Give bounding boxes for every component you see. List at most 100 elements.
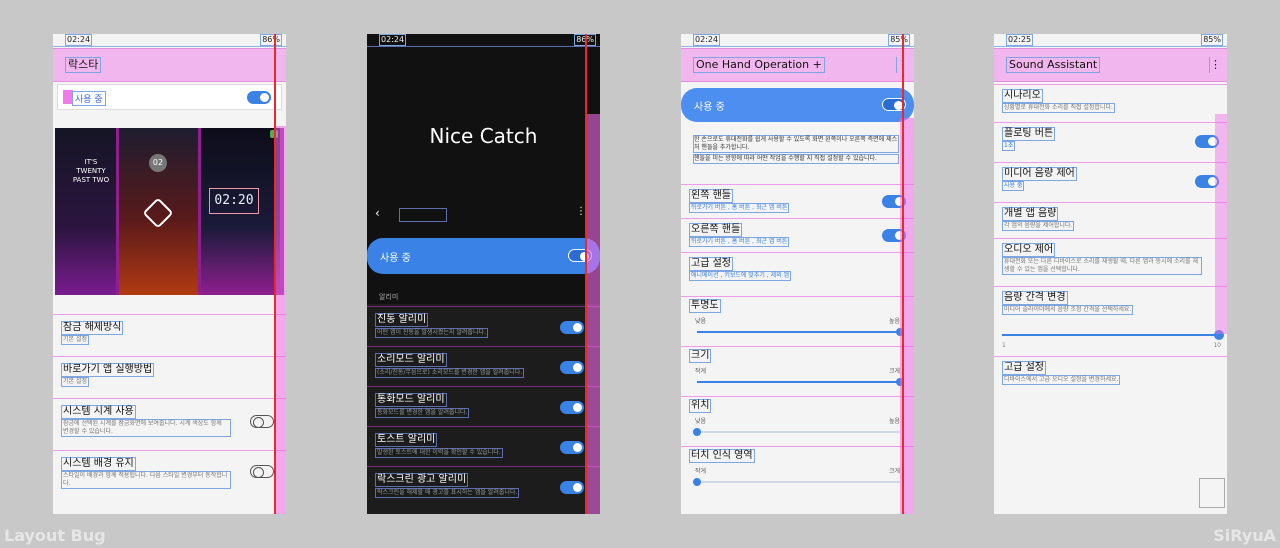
item-subtitle: 상황별로 휴대전화 소리를 직접 설정합니다. <box>1002 103 1115 113</box>
item-subtitle: 각 앱의 음량을 제어합니다. <box>1002 221 1075 231</box>
item-subtitle: 1초 <box>1002 141 1016 151</box>
position-slider[interactable] <box>693 428 900 436</box>
volume-step-slider[interactable] <box>1002 330 1224 340</box>
slider-row: 크기 작게 크게 <box>681 346 914 392</box>
clock-number: 02 <box>149 154 167 172</box>
list-item[interactable]: 시나리오 상황별로 휴대전화 소리를 직접 설정합니다. <box>994 84 1227 120</box>
list-item[interactable]: 잠금 해제방식 기본 설정 <box>53 314 286 354</box>
list-item[interactable]: 미디어 음량 제어 사용 중 <box>994 162 1227 200</box>
slider-thumb[interactable] <box>693 478 701 486</box>
list-item[interactable]: 개별 앱 음량 각 앱의 음량을 제어합니다. <box>994 202 1227 236</box>
list-item[interactable]: 음량 간격 변경 미디어 슬라이더에서 음량 조정 간격을 선택하세요. <box>994 286 1227 320</box>
master-switch-row[interactable]: 사용 중 <box>367 238 600 274</box>
slider-thumb[interactable] <box>693 428 701 436</box>
master-switch-row[interactable]: 사용 중 <box>681 88 914 122</box>
item-title: 진동 알리미 <box>375 313 429 327</box>
list-item[interactable]: 왼쪽 핸들 뒤로가기 버튼 , 홈 버튼 , 최근 앱 버튼 <box>681 184 914 216</box>
status-bar: 02:24 86% <box>367 34 600 47</box>
list-item[interactable]: 플로팅 버튼 1초 <box>994 122 1227 160</box>
phone-onehand: 02:24 85% One Hand Operation + ⋮ 사용 중 한 … <box>681 34 914 514</box>
list-item[interactable]: 시스템 배경 유지 스타일이 배경과 함께 적용됩니다. 다음 스타일 변경부터… <box>53 450 286 506</box>
status-time: 02:25 <box>1006 34 1034 46</box>
item-title: 미디어 음량 제어 <box>1002 167 1077 181</box>
list-item[interactable]: 고급 설정 애니메이션 , 키보드에 맞추기 , 제외 앱 <box>681 252 914 284</box>
item-subtitle: 사용 중 <box>1002 181 1025 191</box>
master-switch-label: 사용 중 <box>694 102 725 113</box>
item-toggle[interactable] <box>560 361 584 374</box>
slider-row: 투명도 낮음 높음 <box>681 296 914 342</box>
item-toggle[interactable] <box>250 415 274 428</box>
app-bar: 락스타 <box>53 48 286 82</box>
list-item[interactable]: 바로가기 앱 실행방법 기본 설정 <box>53 356 286 396</box>
clock-style-hex[interactable]: 02 <box>119 128 198 295</box>
item-title: 왼쪽 핸들 <box>689 189 733 203</box>
clock-style-carousel[interactable]: IT'S TWENTY PAST TWO 02 02:20 <box>55 128 284 295</box>
item-title: 잠금 해제방식 <box>61 321 124 335</box>
list-item[interactable]: 진동 알리미 어떤 앱이 진동을 발생시켰는지 알려줍니다. <box>367 306 600 344</box>
overlay-highlight <box>1215 114 1227 334</box>
clock-style-text[interactable]: IT'S TWENTY PAST TWO <box>55 128 116 295</box>
more-icon[interactable]: ⋮ <box>1209 57 1221 73</box>
back-icon[interactable]: ‹ <box>375 206 380 220</box>
item-subtitle: (소리/진동/무음으로) 소리모드를 변경한 앱을 알려줍니다. <box>375 368 525 378</box>
status-battery: 86% <box>260 34 282 46</box>
status-battery: 85% <box>1201 34 1223 46</box>
item-subtitle: 통화모드를 변경한 앱을 알려줍니다. <box>375 408 470 418</box>
item-toggle[interactable] <box>250 465 274 478</box>
list-item[interactable]: 소리모드 알리미 (소리/진동/무음으로) 소리모드를 변경한 앱을 알려줍니다… <box>367 346 600 384</box>
master-switch-label: 사용 중 <box>72 91 106 106</box>
list-item[interactable]: 시스템 시계 사용 잠금에 선택된 시계를 잠금화면에 보여줍니다. 시계 색상… <box>53 398 286 448</box>
status-bar: 02:25 85% <box>994 34 1227 47</box>
slider-title: 터치 인식 영역 <box>689 449 755 463</box>
transparency-slider[interactable] <box>697 328 904 336</box>
status-battery: 85% <box>888 34 910 46</box>
page-title: Nice Catch <box>429 124 538 148</box>
item-toggle[interactable] <box>560 321 584 334</box>
item-title: 시나리오 <box>1002 89 1043 103</box>
list-item[interactable]: 오른쪽 핸들 뒤로가기 버튼 , 홈 버튼 , 최근 앱 버튼 <box>681 218 914 250</box>
clock-digital: 02:20 <box>209 188 259 214</box>
item-title: 음량 간격 변경 <box>1002 291 1068 305</box>
item-toggle[interactable] <box>560 441 584 454</box>
item-title: 고급 설정 <box>689 257 733 271</box>
master-switch-toggle[interactable] <box>247 91 271 104</box>
item-subtitle: 스타일이 배경과 함께 적용됩니다. 다음 스타일 변경부터 동작합니다. <box>61 471 231 489</box>
item-title: 시스템 시계 사용 <box>61 405 136 419</box>
app-bar: Sound Assistant ⋮ <box>994 48 1227 82</box>
item-subtitle: 발생된 토스트에 대한 이력을 확인할 수 있습니다. <box>375 448 503 458</box>
item-subtitle: 락스크린을 해제할 때 광고를 표시하는 앱을 알려줍니다. <box>375 488 520 498</box>
overlay-highlight <box>586 114 600 514</box>
slider-min: 1 <box>1002 342 1006 349</box>
description-1: 한 손으로도 휴대전화를 쉽게 사용할 수 있도록 화면 왼쪽이나 오른쪽 측면… <box>693 135 899 153</box>
touch-area-slider[interactable] <box>693 478 900 486</box>
list-item[interactable]: 오디오 제어 휴대전화 또는 다른 디바이스로 소리를 재생할 때, 다른 앱과… <box>994 238 1227 282</box>
phone-soundassistant: 02:25 85% Sound Assistant ⋮ 시나리오 상황별로 휴대… <box>994 34 1227 514</box>
item-title: 소리모드 알리미 <box>375 353 447 367</box>
item-title: 오디오 제어 <box>1002 243 1056 257</box>
master-switch-label: 사용 중 <box>380 253 411 264</box>
item-subtitle: 뒤로가기 버튼 , 홈 버튼 , 최근 앱 버튼 <box>689 203 790 213</box>
item-subtitle: 휴대전화 또는 다른 디바이스로 소리를 재생할 때, 다른 앱과 동시에 소리… <box>1002 257 1202 275</box>
status-bar: 02:24 86% <box>53 34 286 47</box>
page-title: 락스타 <box>65 57 102 73</box>
item-toggle[interactable] <box>560 481 584 494</box>
floating-button[interactable] <box>1199 478 1225 508</box>
watermark-left: Layout Bug <box>4 526 106 545</box>
item-subtitle: 애니메이션 , 키보드에 맞추기 , 제외 앱 <box>689 271 792 281</box>
item-title: 통화모드 알리미 <box>375 393 447 407</box>
phone-nicecatch: 02:24 86% Nice Catch ‹ ⋮ 사용 중 알리미 진동 알리미… <box>367 34 600 514</box>
list-item[interactable]: 통화모드 알리미 통화모드를 변경한 앱을 알려줍니다. <box>367 386 600 424</box>
item-subtitle: 기본 설정 <box>61 377 89 387</box>
list-item[interactable]: 고급 설정 디바이스에서 고급 오디오 설정을 변경하세요. <box>994 356 1227 390</box>
list-item[interactable]: 락스크린 광고 알리미 락스크린을 해제할 때 광고를 표시하는 앱을 알려줍니… <box>367 466 600 506</box>
list-item[interactable]: 토스트 알리미 발생된 토스트에 대한 이력을 확인할 수 있습니다. <box>367 426 600 464</box>
slider-title: 크기 <box>689 349 712 363</box>
item-title: 고급 설정 <box>1002 361 1046 375</box>
item-title: 시스템 배경 유지 <box>61 457 136 471</box>
clock-style-anime[interactable]: 02:20 <box>201 128 280 295</box>
item-title: 바로가기 앱 실행방법 <box>61 363 155 377</box>
layout-guide-line <box>902 34 904 514</box>
master-switch-row[interactable]: 사용 중 <box>57 84 282 110</box>
item-toggle[interactable] <box>560 401 584 414</box>
size-slider[interactable] <box>697 378 904 386</box>
